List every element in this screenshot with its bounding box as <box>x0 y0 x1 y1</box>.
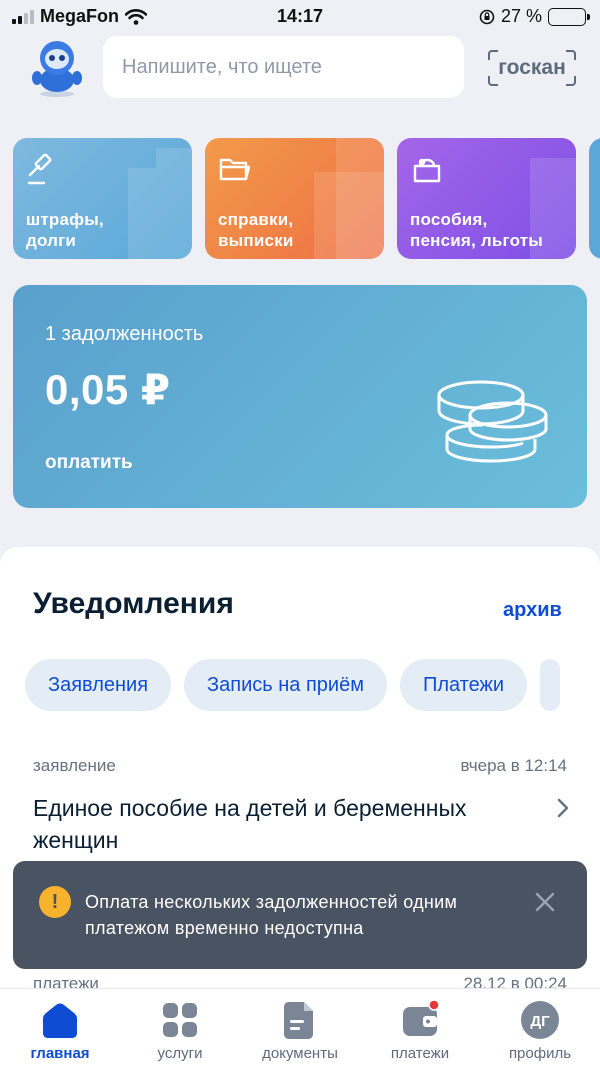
tile-documents-label: справки, выписки <box>218 210 294 250</box>
notification-dot <box>428 999 440 1011</box>
battery-percent: 27 % <box>500 6 542 26</box>
tab-profile[interactable]: ДГ профиль <box>480 997 600 1062</box>
rotation-lock-icon <box>479 9 495 24</box>
tile-documents[interactable]: справки, выписки <box>205 138 384 259</box>
gavel-icon <box>27 153 52 185</box>
tab-payments[interactable]: платежи <box>360 997 480 1062</box>
battery-icon <box>548 7 590 26</box>
goscan-label: госкан <box>498 56 566 79</box>
tile-fines-label: штрафы, долги <box>26 210 104 250</box>
tile-fines[interactable]: штрафы, долги <box>13 138 192 259</box>
tab-home[interactable]: главная <box>0 997 120 1062</box>
tab-services[interactable]: услуги <box>120 997 240 1062</box>
warning-icon: ! <box>39 886 71 918</box>
coins-icon <box>437 380 548 463</box>
archive-link[interactable]: архив <box>503 599 562 622</box>
services-icon <box>163 1003 197 1037</box>
tab-documents-label: документы <box>262 1045 338 1062</box>
status-bar: MegaFon 14:17 27 % <box>0 0 600 34</box>
wallet-icon <box>413 158 441 183</box>
chevron-right-icon <box>557 798 569 818</box>
status-right: 27 % <box>479 6 590 27</box>
notification-title: Единое пособие на детей и беременных жен… <box>33 795 467 853</box>
tab-payments-label: платежи <box>390 1045 450 1062</box>
tile-benefits-label: пособия, пенсия, льготы <box>410 210 543 250</box>
notification-category: заявление <box>33 756 116 775</box>
chip-payments[interactable]: Платежи <box>399 659 528 711</box>
chip-next-partial[interactable] <box>540 659 561 711</box>
wallet-icon <box>403 999 440 1036</box>
avatar-initials: ДГ <box>530 1013 550 1030</box>
notification-time: вчера в 12:14 <box>460 756 567 775</box>
search-input[interactable] <box>122 55 464 79</box>
tile-next-partial[interactable] <box>589 138 600 259</box>
toast-message: Оплата нескольких задолженностей одним п… <box>85 892 458 938</box>
debt-count: 1 задолженность <box>45 323 204 345</box>
tab-home-label: главная <box>30 1045 90 1062</box>
debt-card[interactable]: 1 задолженность 0,05 ₽ оплатить <box>13 285 587 508</box>
chip-appointment[interactable]: Запись на приём <box>184 659 387 711</box>
pay-button[interactable]: оплатить <box>45 452 133 474</box>
document-icon <box>284 1002 313 1039</box>
tab-services-label: услуги <box>157 1045 203 1062</box>
tab-documents[interactable]: документы <box>240 997 360 1062</box>
debt-amount: 0,05 ₽ <box>45 366 171 413</box>
notifications-title: Уведомления <box>33 587 234 620</box>
search-bar[interactable] <box>103 36 464 98</box>
warning-toast: ! Оплата нескольких задолженностей одним… <box>13 861 587 969</box>
avatar-icon: ДГ <box>521 1001 559 1039</box>
tab-profile-label: профиль <box>508 1045 572 1062</box>
filter-chips: Заявления Запись на приём Платежи <box>25 659 561 711</box>
tile-benefits[interactable]: пособия, пенсия, льготы <box>397 138 576 259</box>
close-icon[interactable] <box>533 890 557 914</box>
home-icon <box>43 1003 77 1038</box>
chip-applications[interactable]: Заявления <box>25 659 172 711</box>
tab-bar: главная услуги документы платежи ДГ проф… <box>0 988 600 1066</box>
goscan-button[interactable]: госкан <box>488 50 576 86</box>
folder-icon <box>219 158 251 181</box>
assistant-robot-icon[interactable] <box>24 38 90 98</box>
